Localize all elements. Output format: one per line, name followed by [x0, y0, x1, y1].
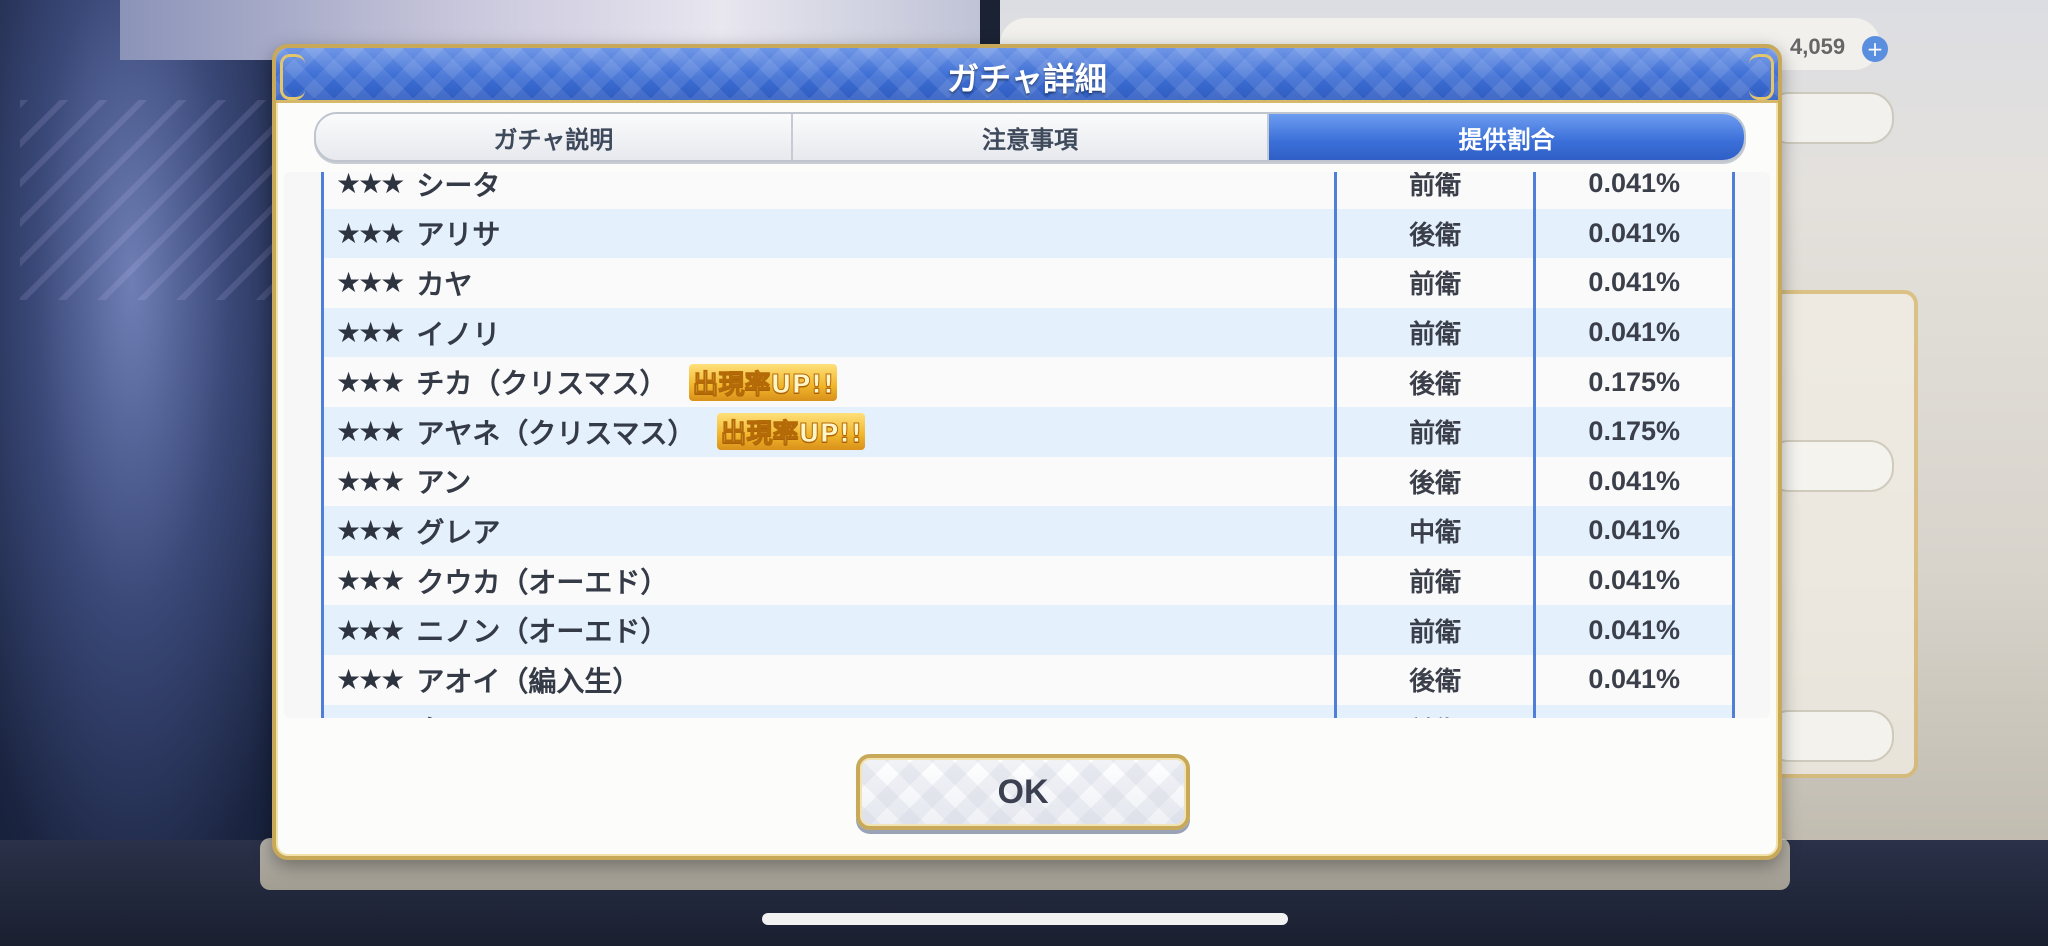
tab-gacha-description[interactable]: ガチャ説明	[316, 114, 793, 160]
character-cell: ★★★ グレア	[321, 506, 1337, 556]
position-cell: 前衛	[1337, 406, 1537, 457]
rate-up-badge: 出現率UP!!	[717, 413, 866, 451]
position-cell: 前衛	[1337, 307, 1537, 358]
character-cell: ★★★ クウカ（オーエド）	[321, 555, 1337, 606]
rarity-stars: ★★★	[336, 365, 405, 399]
rarity-stars: ★★★	[336, 172, 405, 201]
rate-cell: 0.041%	[1536, 605, 1735, 655]
character-name: カヤ	[416, 267, 473, 301]
table-row: ★★★ カヤ 前衛 0.041%	[321, 258, 1735, 308]
character-name: チカ（クリスマス）	[416, 367, 668, 401]
background-ornament	[20, 100, 300, 300]
rate-up-badge: 出現率UP!!	[689, 363, 838, 401]
rate-cell: 0.041%	[1536, 506, 1735, 556]
rate-cell: 0.041%	[1536, 307, 1735, 358]
header-corner-ornament	[1749, 54, 1774, 100]
rarity-stars: ★★★	[336, 514, 405, 548]
character-cell: ★★★ シータ	[321, 172, 1337, 209]
character-cell: ★★★ アリサ	[321, 208, 1337, 259]
rarity-stars: ★★★	[336, 216, 405, 250]
character-name: アオイ（編入生）	[416, 664, 641, 698]
character-name: クウカ（オーエド）	[416, 565, 669, 599]
dialog-title: ガチャ詳細	[947, 60, 1107, 98]
rarity-stars: ★★★	[336, 564, 405, 598]
rarity-stars: ★★★	[336, 415, 405, 449]
rate-cell: 0.041%	[1536, 208, 1735, 259]
character-name: シータ	[416, 172, 501, 202]
position-cell: 前衛	[1337, 172, 1537, 209]
rate-cell: 0.041%	[1536, 258, 1735, 308]
rarity-stars: ★★★	[336, 613, 405, 647]
gem-plus-icon: +	[1862, 36, 1888, 62]
position-cell: 前衛	[1337, 555, 1537, 606]
background-side-panel	[1760, 290, 1918, 778]
ok-button[interactable]: OK	[856, 754, 1190, 830]
character-name: アン	[416, 466, 472, 500]
rarity-stars: ★★★	[336, 464, 405, 498]
rate-cell: 0.041%	[1536, 172, 1735, 209]
table-row: ★★★ アン 後衛 0.041%	[321, 456, 1735, 507]
table-row: ★★★ クロエ 前衛0.041%	[321, 704, 1735, 718]
character-cell: ★★★ ニノン（オーエド）	[321, 605, 1337, 655]
gacha-detail-dialog: ガチャ詳細 ガチャ説明 注意事項 提供割合 ★★★ シータ 前衛 0.041% ★★★ ア…	[272, 44, 1782, 860]
character-cell: ★★★ クロエ	[321, 704, 1337, 718]
rate-cell: 0.041%	[1536, 555, 1735, 606]
position-cell: 後衛	[1337, 357, 1537, 407]
rate-cell: 0.175%	[1536, 406, 1735, 457]
rarity-stars: ★★★	[336, 266, 405, 300]
character-name: グレア	[416, 515, 501, 549]
dialog-header: ガチャ詳細	[276, 48, 1778, 103]
rate-cell: 0.041%	[1536, 456, 1735, 507]
character-cell: ★★★ アオイ（編入生）	[321, 654, 1337, 705]
rarity-stars: ★★★	[336, 713, 405, 718]
background-button	[1765, 710, 1894, 762]
character-cell: ★★★ カヤ	[321, 258, 1337, 308]
position-cell: 後衛	[1337, 208, 1537, 259]
position-cell: 後衛	[1337, 654, 1537, 705]
character-cell: ★★★ チカ（クリスマス） 出現率UP!!	[321, 357, 1337, 407]
table-row: ★★★ チカ（クリスマス） 出現率UP!! 後衛 0.175%	[321, 357, 1735, 407]
rarity-stars: ★★★	[336, 316, 405, 350]
tab-bar: ガチャ説明 注意事項 提供割合	[314, 112, 1746, 162]
position-cell: 中衛	[1337, 506, 1537, 556]
table-row: ★★★ アリサ 後衛 0.041%	[321, 208, 1735, 259]
table-row: ★★★ イノリ 前衛 0.041%	[321, 307, 1735, 358]
rates-table-scroll[interactable]: ★★★ シータ 前衛 0.041% ★★★ アリサ 後衛 0.041% ★★★ カヤ 前衛 0.041…	[284, 172, 1770, 718]
tab-notes[interactable]: 注意事項	[792, 114, 1270, 160]
character-name: イノリ	[416, 317, 501, 351]
character-cell: ★★★ アン	[321, 456, 1337, 507]
rates-table: ★★★ シータ 前衛 0.041% ★★★ アリサ 後衛 0.041% ★★★ カヤ 前衛 0.041…	[321, 172, 1735, 718]
character-name: アヤネ（クリスマス）	[416, 416, 696, 450]
background-button	[1765, 92, 1894, 144]
position-cell: 後衛	[1337, 456, 1537, 507]
table-row: ★★★ アオイ（編入生） 後衛 0.041%	[321, 654, 1735, 705]
table-row: ★★★ アヤネ（クリスマス） 出現率UP!! 前衛 0.175%	[321, 406, 1735, 457]
rate-cell: 0.041%	[1536, 704, 1735, 718]
position-cell: 前衛	[1337, 258, 1537, 308]
background-button	[1765, 440, 1894, 492]
tab-drop-rates[interactable]: 提供割合	[1269, 114, 1744, 160]
rarity-stars: ★★★	[336, 663, 405, 697]
table-row: ★★★ シータ 前衛 0.041%	[321, 172, 1735, 209]
rate-cell: 0.175%	[1536, 357, 1735, 407]
character-name: ニノン（オーエド）	[416, 615, 669, 649]
rate-cell: 0.041%	[1536, 654, 1735, 705]
table-row: ★★★ クウカ（オーエド） 前衛 0.041%	[321, 555, 1735, 606]
position-cell: 前衛	[1337, 605, 1537, 655]
gem-count: 4,059	[1790, 34, 1846, 59]
character-name: アリサ	[416, 218, 501, 252]
character-cell: ★★★ イノリ	[321, 307, 1337, 358]
table-row: ★★★ ニノン（オーエド） 前衛 0.041%	[321, 605, 1735, 655]
character-cell: ★★★ アヤネ（クリスマス） 出現率UP!!	[321, 406, 1337, 457]
character-name: クロエ	[416, 709, 500, 718]
table-row: ★★★ グレア 中衛 0.041%	[321, 506, 1735, 556]
home-indicator[interactable]	[762, 913, 1288, 925]
position-cell: 前衛	[1337, 704, 1537, 718]
